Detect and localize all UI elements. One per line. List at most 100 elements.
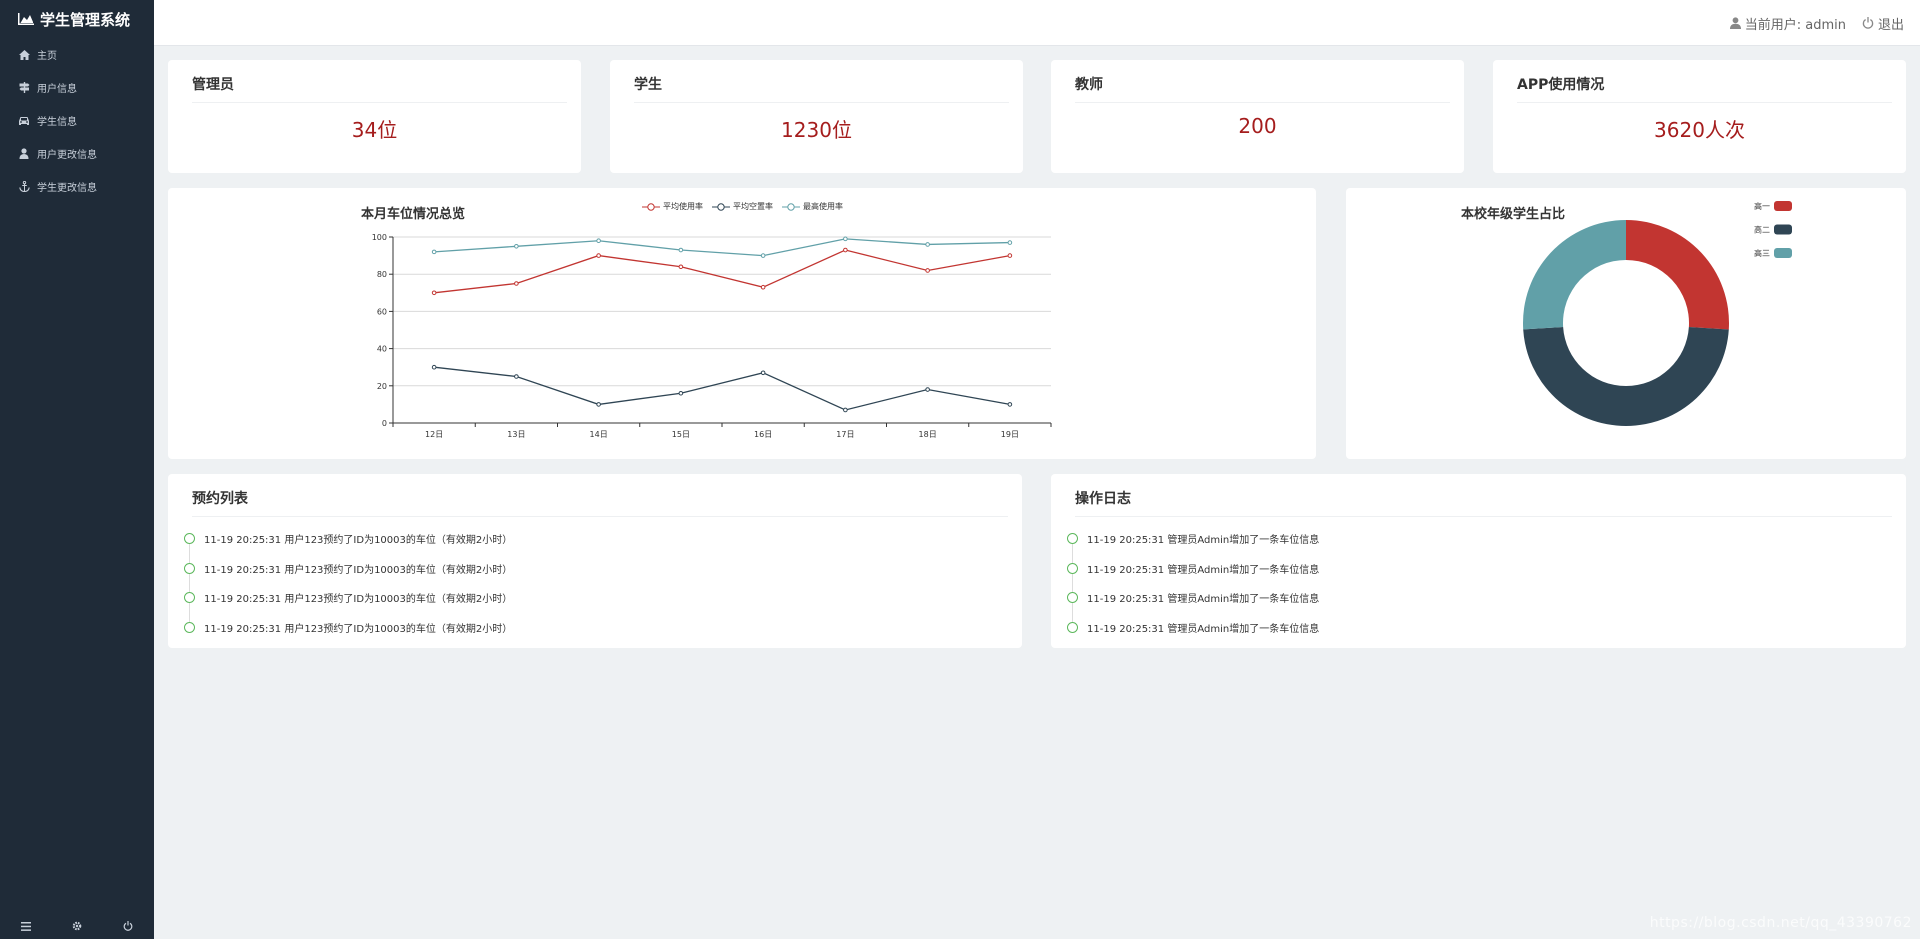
timeline-item: 11-19 20:25:31 管理员Admin增加了一条车位信息 <box>1067 583 1320 622</box>
timeline-text: 11-19 20:25:31 用户123预约了ID为10003的车位（有效期2小… <box>204 623 513 635</box>
timeline-item: 11-19 20:25:31 用户123预约了ID为10003的车位（有效期2小… <box>184 524 513 563</box>
stat-title: 管理员 <box>192 74 567 103</box>
sidebar: 学生管理系统 主页 用户信息 学生信息 用户更改信息 学生更改信息 <box>0 0 154 939</box>
data-point[interactable] <box>514 281 519 286</box>
data-point[interactable] <box>1007 253 1013 258</box>
timeline-text: 11-19 20:25:31 用户123预约了ID为10003的车位（有效期2小… <box>204 594 513 606</box>
series-line <box>434 238 1010 257</box>
timeline-item: 11-19 20:25:31 管理员Admin增加了一条车位信息 <box>1067 524 1320 563</box>
data-point[interactable] <box>925 242 930 247</box>
legend-label: 高一 <box>1754 201 1770 211</box>
sidebar-item-label: 用户更改信息 <box>37 150 97 161</box>
stat-value: 200 <box>1238 114 1277 138</box>
data-point[interactable] <box>431 249 437 255</box>
watermark: https://blog.csdn.net/qq_43390762 <box>1649 915 1912 931</box>
stat-card-app-usage: APP使用情况 3620人次 <box>1493 60 1906 173</box>
sidebar-item-label: 主页 <box>37 51 57 62</box>
x-tick-label: 19日 <box>1001 430 1019 439</box>
pie-slice[interactable] <box>1523 220 1626 330</box>
x-tick-label: 18日 <box>919 430 937 439</box>
data-point[interactable] <box>596 238 601 244</box>
timeline-dot <box>184 533 195 545</box>
x-tick-label: 17日 <box>836 430 854 439</box>
x-tick-label: 13日 <box>507 430 525 439</box>
stat-card-admin: 管理员 34位 <box>168 60 581 173</box>
app-title: 学生管理系统 <box>40 10 131 29</box>
reservation-timeline: 11-19 20:25:31 用户123预约了ID为10003的车位（有效期2小… <box>184 524 512 642</box>
header-actions: 当前用户: admin 退出 <box>1714 0 1904 46</box>
timeline-text: 11-19 20:25:31 管理员Admin增加了一条车位信息 <box>1087 594 1320 606</box>
timeline-dot <box>1067 533 1078 545</box>
data-point[interactable] <box>1007 402 1013 407</box>
stat-card-student: 学生 1230位 <box>610 60 1023 173</box>
current-user[interactable]: 当前用户: admin <box>1729 14 1846 33</box>
data-point[interactable] <box>678 247 684 253</box>
data-point[interactable] <box>843 407 848 413</box>
data-point[interactable] <box>760 284 766 290</box>
operation-log-card: 操作日志 11-19 20:25:31 管理员Admin增加了一条车位信息 11… <box>1051 474 1906 648</box>
data-point[interactable] <box>925 268 930 273</box>
sidebar-item-home[interactable]: 主页 <box>0 38 154 71</box>
y-tick-label: 60 <box>377 307 387 316</box>
timeline-item: 11-19 20:25:31 用户123预约了ID为10003的车位（有效期2小… <box>184 613 512 643</box>
x-tick-label: 14日 <box>590 430 608 439</box>
pie-slice[interactable] <box>1626 220 1729 330</box>
pie-slice[interactable] <box>1523 326 1729 427</box>
operation-log-title: 操作日志 <box>1075 488 1892 517</box>
sidebar-item-student-change[interactable]: 学生更改信息 <box>0 170 154 203</box>
data-point[interactable] <box>1007 240 1013 245</box>
pie-chart-card: 本校年级学生占比 高一 高二 高三 <box>1346 188 1906 459</box>
data-point[interactable] <box>678 390 684 396</box>
timeline-text: 11-19 20:25:31 用户123预约了ID为10003的车位（有效期2小… <box>204 535 513 547</box>
sidebar-item-label: 学生信息 <box>37 117 77 128</box>
gear-icon[interactable] <box>70 919 84 933</box>
data-point[interactable] <box>925 387 930 392</box>
line-chart: 0 20 40 60 80 100 12日 13日 14日 15日 16日 17日 18日 19日 <box>372 233 1052 439</box>
data-point[interactable] <box>596 253 601 258</box>
stat-title: 学生 <box>634 74 1009 103</box>
reservation-title: 预约列表 <box>192 488 1008 517</box>
timeline-text: 11-19 20:25:31 用户123预约了ID为10003的车位（有效期2小… <box>204 564 513 576</box>
data-point[interactable] <box>760 253 766 258</box>
power-icon[interactable] <box>121 919 135 933</box>
timeline-text: 11-19 20:25:31 管理员Admin增加了一条车位信息 <box>1087 535 1320 547</box>
data-point[interactable] <box>843 236 848 242</box>
data-point[interactable] <box>596 402 601 407</box>
sidebar-item-user-info[interactable]: 用户信息 <box>0 71 154 104</box>
timeline-dot <box>184 562 195 574</box>
menu-icon[interactable] <box>19 919 33 933</box>
sidebar-item-label: 学生更改信息 <box>37 183 97 194</box>
legend-swatch[interactable] <box>1774 224 1792 235</box>
stat-card-teacher: 教师 200 <box>1051 60 1464 173</box>
stat-value: 34位 <box>351 118 398 142</box>
data-point[interactable] <box>514 244 519 249</box>
timeline-dot <box>1067 621 1078 633</box>
donut-chart: 高一高二高三 <box>1523 201 1792 427</box>
data-point[interactable] <box>760 370 766 376</box>
y-tick-label: 40 <box>377 345 387 354</box>
legend-swatch[interactable] <box>1774 248 1792 258</box>
logout-button[interactable]: 退出 <box>1862 14 1904 33</box>
sidebar-item-label: 用户信息 <box>37 84 77 95</box>
series-line <box>434 366 1010 411</box>
legend-swatch[interactable] <box>1774 201 1792 211</box>
y-tick-label: 100 <box>372 233 387 242</box>
reservation-card: 预约列表 11-19 20:25:31 用户123预约了ID为10003的车位（… <box>168 474 1022 648</box>
stat-title: 教师 <box>1075 74 1450 103</box>
timeline-text: 11-19 20:25:31 管理员Admin增加了一条车位信息 <box>1087 623 1320 635</box>
data-point[interactable] <box>514 374 519 379</box>
data-point[interactable] <box>678 264 684 270</box>
sidebar-item-student-info[interactable]: 学生信息 <box>0 104 154 137</box>
x-tick-label: 12日 <box>425 430 443 439</box>
sidebar-item-user-change[interactable]: 用户更改信息 <box>0 137 154 170</box>
home-icon <box>18 49 30 61</box>
y-tick-label: 0 <box>382 419 387 428</box>
data-point[interactable] <box>843 247 848 253</box>
user-icon <box>1729 17 1741 29</box>
data-point[interactable] <box>431 290 437 296</box>
log-timeline: 11-19 20:25:31 管理员Admin增加了一条车位信息 11-19 2… <box>1067 524 1319 642</box>
logout-label: 退出 <box>1877 17 1904 33</box>
data-point[interactable] <box>431 364 437 370</box>
timeline-dot <box>1067 592 1078 604</box>
app-brand[interactable]: 学生管理系统 <box>0 0 154 38</box>
